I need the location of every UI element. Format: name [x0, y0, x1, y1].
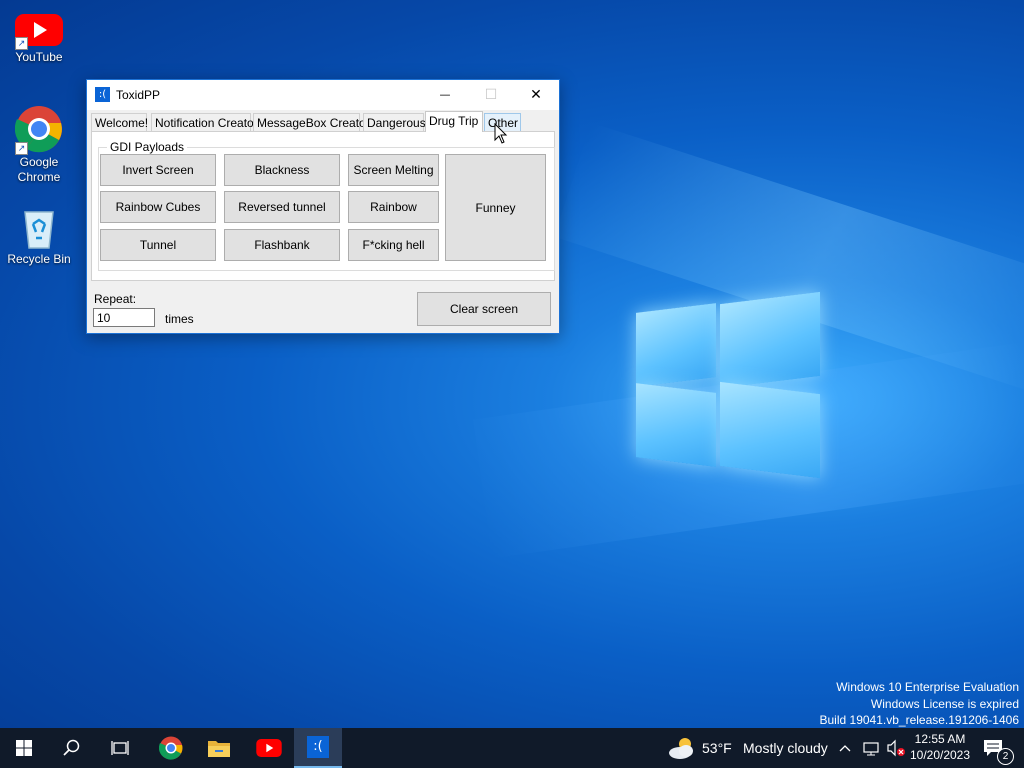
- minimize-button[interactable]: —: [422, 80, 468, 110]
- recycle-bin-icon: [19, 206, 59, 250]
- task-view-button[interactable]: [96, 728, 144, 768]
- clock[interactable]: 12:55 AM 10/20/2023: [906, 728, 974, 768]
- toxidpp-icon: :(: [307, 736, 329, 758]
- volume-button[interactable]: [886, 738, 906, 758]
- tab-dangerous[interactable]: Dangerous: [363, 113, 426, 131]
- chevron-up-icon: [839, 745, 851, 752]
- shortcut-arrow-icon: ↗: [15, 142, 28, 155]
- notification-count-badge: 2: [997, 748, 1014, 765]
- file-explorer-icon: [208, 741, 230, 757]
- youtube-icon: ↗: [15, 12, 63, 50]
- taskbar-toxidpp[interactable]: :(: [294, 728, 342, 768]
- windows-watermark: Windows 10 Enterprise Evaluation Windows…: [820, 679, 1020, 729]
- desktop-icon-label: YouTube: [15, 50, 63, 64]
- desktop-icon-recycle-bin[interactable]: Recycle Bin: [1, 206, 77, 267]
- repeat-count-input[interactable]: 10: [93, 308, 155, 327]
- tab-notification-creator[interactable]: Notification Creator: [151, 113, 258, 131]
- invert-screen-button[interactable]: Invert Screen: [100, 154, 216, 186]
- reversed-tunnel-button[interactable]: Reversed tunnel: [224, 191, 340, 223]
- windows-logo-wallpaper: [636, 290, 822, 480]
- close-button[interactable]: ✕: [513, 80, 559, 110]
- fcking-hell-button[interactable]: F*cking hell: [348, 229, 439, 261]
- weather-temperature: 53°F: [702, 740, 732, 756]
- search-button[interactable]: [48, 728, 96, 768]
- desktop-icon-chrome[interactable]: ↗ Google Chrome: [1, 105, 77, 185]
- title-bar[interactable]: :( ToxidPP — ☐ ✕: [87, 80, 559, 110]
- watermark-edition: Windows 10 Enterprise Evaluation: [836, 680, 1019, 694]
- drug-trip-tab-page: GDI Payloads Invert Screen Blackness Scr…: [91, 131, 555, 281]
- network-button[interactable]: [862, 738, 880, 758]
- desktop-icon-label: Recycle Bin: [7, 252, 71, 266]
- clock-time: 12:55 AM: [914, 732, 966, 746]
- chrome-icon: ↗: [14, 105, 63, 155]
- app-icon: :(: [95, 87, 110, 102]
- chrome-icon: [159, 736, 183, 760]
- taskbar-youtube[interactable]: [245, 728, 293, 768]
- tab-drug-trip[interactable]: Drug Trip: [425, 111, 483, 132]
- desktop-icon-youtube[interactable]: ↗ YouTube: [1, 12, 77, 65]
- weather-widget[interactable]: 53°F Mostly cloudy: [668, 728, 830, 768]
- tab-messagebox-creator[interactable]: MessageBox Creator: [253, 113, 370, 131]
- times-label: times: [165, 312, 194, 326]
- task-view-icon: [111, 741, 129, 755]
- tunnel-button[interactable]: Tunnel: [100, 229, 216, 261]
- shortcut-arrow-icon: ↗: [15, 37, 28, 50]
- funney-button[interactable]: Funney: [445, 154, 546, 261]
- clear-screen-button[interactable]: Clear screen: [417, 292, 551, 326]
- window-title: ToxidPP: [116, 88, 161, 102]
- repeat-label: Repeat:: [94, 292, 137, 306]
- search-icon: [63, 739, 80, 756]
- rainbow-cubes-button[interactable]: Rainbow Cubes: [100, 191, 216, 223]
- watermark-build: Build 19041.vb_release.191206-1406: [819, 713, 1020, 727]
- start-icon: [16, 740, 32, 756]
- weather-condition: Mostly cloudy: [743, 740, 828, 756]
- partly-cloudy-icon: [669, 738, 693, 759]
- taskbar-file-explorer[interactable]: [195, 728, 243, 768]
- start-button[interactable]: [0, 728, 48, 768]
- group-label: GDI Payloads: [107, 140, 188, 154]
- screen-melting-button[interactable]: Screen Melting: [348, 154, 439, 186]
- taskbar: :( 53°F Mostly cloudy 12:55 AM 10/20/202…: [0, 728, 1024, 768]
- toxidpp-window: :( ToxidPP — ☐ ✕ Welcome! Notification C…: [86, 79, 560, 334]
- maximize-button[interactable]: ☐: [468, 80, 514, 110]
- rainbow-button[interactable]: Rainbow: [348, 191, 439, 223]
- network-icon: [863, 742, 879, 756]
- action-center-button[interactable]: 2: [978, 728, 1016, 768]
- blackness-button[interactable]: Blackness: [224, 154, 340, 186]
- desktop-icon-label: Google Chrome: [17, 155, 61, 184]
- taskbar-chrome[interactable]: [147, 728, 195, 768]
- mouse-cursor-icon: [494, 122, 508, 148]
- flashbank-button[interactable]: Flashbank: [224, 229, 340, 261]
- tab-welcome[interactable]: Welcome!: [91, 113, 148, 131]
- watermark-license: Windows License is expired: [870, 696, 1019, 711]
- show-hidden-icons-button[interactable]: [838, 738, 854, 758]
- volume-muted-icon: [887, 739, 905, 757]
- youtube-icon: [256, 739, 282, 757]
- clock-date: 10/20/2023: [909, 748, 971, 762]
